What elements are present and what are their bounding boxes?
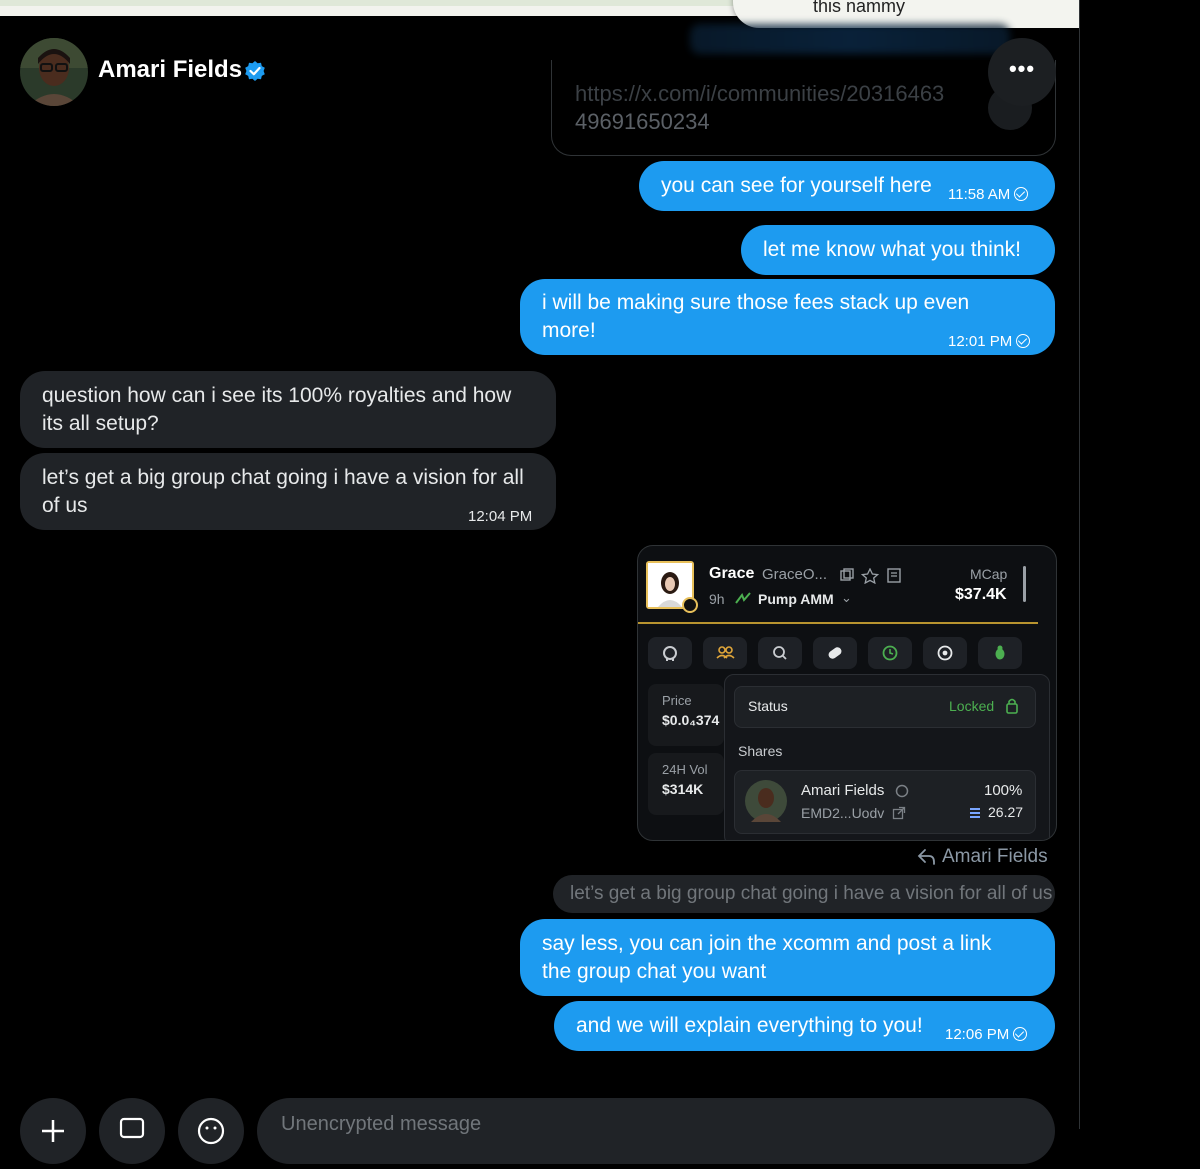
message-text-line2: more! <box>542 319 596 342</box>
lock-icon <box>1006 698 1018 714</box>
message-text-line1: i will be making sure those fees stack u… <box>542 291 970 314</box>
message-text-line1: let’s get a big group chat going i have … <box>42 466 524 489</box>
message-text-line2: of us <box>42 494 88 517</box>
gif-icon <box>119 1117 145 1139</box>
token-age: 9h <box>709 591 725 607</box>
mcap-label: MCap <box>970 566 1008 582</box>
message-timestamp: 12:04 PM <box>468 508 533 525</box>
scrolled-content-fade <box>690 24 1010 54</box>
avatar[interactable] <box>20 38 88 106</box>
holder-percent: 100% <box>984 782 1023 799</box>
shares-label: Shares <box>738 743 783 759</box>
message-bubble-outgoing[interactable]: and we will explain everything to you! 1… <box>554 1001 1055 1051</box>
reply-icon <box>917 849 935 865</box>
price-value: $0.0₄374 <box>662 712 720 728</box>
link-preview-card[interactable]: https://x.com/i/communities/20316463 496… <box>551 60 1056 156</box>
add-attachment-button[interactable] <box>20 1098 86 1164</box>
right-panel <box>1079 0 1200 1129</box>
holder-amount: 26.27 <box>988 804 1024 820</box>
reply-to-name: Amari Fields <box>942 846 1048 867</box>
message-text-line2: its all setup? <box>42 412 159 435</box>
more-options-button[interactable]: ••• <box>988 38 1056 106</box>
token-badge-icon <box>682 597 698 613</box>
message-bubble-incoming[interactable]: question how can i see its 100% royaltie… <box>20 371 556 448</box>
status-label: Status <box>748 698 788 714</box>
message-timestamp: 12:06 PM <box>945 1021 1028 1049</box>
message-text-line1: say less, you can join the xcomm and pos… <box>542 932 992 955</box>
message-bubble-outgoing[interactable]: i will be making sure those fees stack u… <box>520 279 1055 355</box>
scrollbar[interactable] <box>1023 566 1026 602</box>
token-name: Grace <box>709 565 755 582</box>
solana-icon <box>970 808 980 818</box>
user-avatar-icon <box>20 38 88 106</box>
message-timestamp: 11:58 AM <box>948 181 1029 209</box>
at-sign-icon-button[interactable] <box>923 637 967 669</box>
message-text-line2: the group chat you want <box>542 960 767 983</box>
price-label: Price <box>662 693 692 708</box>
link-url-line1: https://x.com/i/communities/20316463 <box>575 81 945 106</box>
token-pool: Pump AMM <box>758 591 834 607</box>
sent-check-icon <box>1016 334 1031 348</box>
quoted-message[interactable]: let’s get a big group chat going i have … <box>553 875 1055 913</box>
github-icon <box>895 784 909 798</box>
chevron-down-icon[interactable]: ⌄ <box>841 590 852 606</box>
plus-icon <box>42 1120 64 1142</box>
message-text-line1: question how can i see its 100% royaltie… <box>42 384 512 407</box>
message-text: and we will explain everything to you! <box>576 1014 923 1037</box>
link-url-line2: 49691650234 <box>575 109 710 134</box>
attached-screenshot-image[interactable]: Grace GraceO... 9h Pump AMM ⌄ MCap $37.4… <box>637 545 1057 841</box>
message-text: let me know what you think! <box>763 238 1021 261</box>
message-bubble-incoming[interactable]: let’s get a big group chat going i have … <box>20 453 556 530</box>
message-bubble-outgoing[interactable]: say less, you can join the xcomm and pos… <box>520 919 1055 996</box>
contact-name[interactable]: Amari Fields <box>98 56 242 84</box>
header-divider <box>638 622 1038 624</box>
pill-icon-button[interactable] <box>813 637 857 669</box>
volume-value: $314K <box>662 781 704 797</box>
token-ticker: GraceO... <box>762 566 828 583</box>
sent-check-icon <box>1014 187 1029 201</box>
status-value: Locked <box>949 698 995 714</box>
message-timestamp: 12:01 PM <box>948 328 1031 356</box>
pump-amm-icon <box>735 592 751 604</box>
message-input[interactable] <box>279 1108 983 1140</box>
holder-address: EMD2...Uodv <box>801 805 885 821</box>
emoji-icon <box>197 1117 225 1145</box>
gif-button[interactable] <box>99 1098 165 1164</box>
message-composer[interactable] <box>257 1098 1055 1164</box>
message-bubble-outgoing[interactable]: let me know what you think! <box>741 225 1055 275</box>
holder-avatar-icon <box>745 780 787 822</box>
external-link-icon[interactable] <box>892 806 906 820</box>
verified-badge-icon <box>245 61 265 81</box>
volume-label: 24H Vol <box>662 762 708 777</box>
mcap-value: $37.4K <box>955 586 1007 603</box>
token-actions-icons[interactable] <box>840 568 910 584</box>
message-text: you can see for yourself here <box>661 174 932 197</box>
sent-check-icon <box>1013 1027 1028 1041</box>
emoji-button[interactable] <box>178 1098 244 1164</box>
clock-icon-button[interactable] <box>868 637 912 669</box>
search-icon-button[interactable] <box>758 637 802 669</box>
github-icon-button[interactable] <box>648 637 692 669</box>
message-bubble-outgoing[interactable]: you can see for yourself here 11:58 AM <box>639 161 1055 211</box>
bug-icon-button[interactable] <box>978 637 1022 669</box>
holders-icon-button[interactable] <box>703 637 747 669</box>
holder-name: Amari Fields <box>801 782 885 799</box>
toast-text: this nammy <box>813 0 906 16</box>
